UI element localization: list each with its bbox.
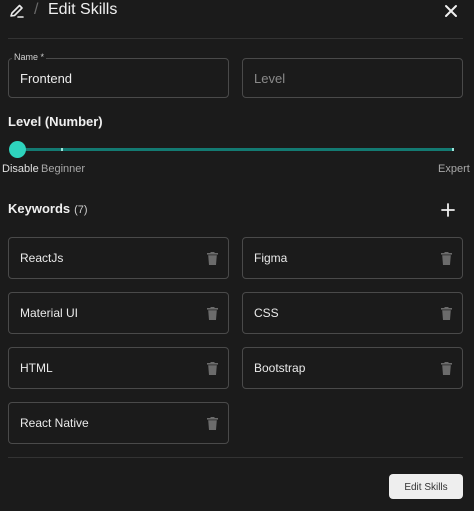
header-divider — [8, 38, 463, 39]
slider-tick-beginner — [61, 148, 63, 151]
keyword-label: CSS — [254, 306, 279, 320]
level-slider-track[interactable] — [18, 148, 454, 151]
level-input[interactable] — [243, 59, 462, 97]
keywords-count: (7) — [74, 204, 88, 216]
dialog-title: Edit Skills — [48, 1, 118, 18]
trash-icon[interactable] — [207, 307, 218, 320]
keyword-label: Bootstrap — [254, 361, 306, 375]
keyword-chip-bootstrap[interactable]: Bootstrap — [242, 347, 463, 389]
name-input[interactable] — [9, 59, 228, 97]
keyword-label: Material UI — [20, 306, 79, 320]
trash-icon[interactable] — [441, 307, 452, 320]
trash-icon[interactable] — [207, 362, 218, 375]
keyword-chip-css[interactable]: CSS — [242, 292, 463, 334]
keyword-chip-react-native[interactable]: React Native — [8, 402, 229, 444]
keyword-chip-figma[interactable]: Figma — [242, 237, 463, 279]
keyword-label: ReactJs — [20, 251, 64, 265]
level-number-title: Level (Number) — [8, 114, 103, 129]
name-field-label: Name * — [12, 52, 47, 62]
trash-icon[interactable] — [207, 252, 218, 265]
keyword-chip-material-ui[interactable]: Material UI — [8, 292, 229, 334]
slider-mark-expert: Expert — [438, 163, 470, 175]
name-field[interactable] — [8, 58, 229, 98]
slider-mark-beginner: Beginner — [41, 163, 86, 175]
plus-icon[interactable] — [440, 202, 456, 218]
keyword-chip-reactjs[interactable]: ReactJs — [8, 237, 229, 279]
edit-pen-icon — [10, 4, 24, 18]
edit-skills-submit-button[interactable]: Edit Skills — [389, 474, 463, 499]
slider-mark-disable: Disable — [2, 163, 39, 175]
trash-icon[interactable] — [207, 417, 218, 430]
level-slider-thumb[interactable] — [9, 141, 26, 158]
dialog-header: / Edit Skills — [0, 0, 474, 38]
trash-icon[interactable] — [441, 362, 452, 375]
slider-tick-expert — [452, 148, 454, 151]
keyword-chip-html[interactable]: HTML — [8, 347, 229, 389]
close-icon[interactable] — [442, 2, 460, 20]
trash-icon[interactable] — [441, 252, 452, 265]
keywords-title: Keywords — [8, 201, 71, 216]
keyword-label: React Native — [20, 416, 89, 430]
keyword-label: HTML — [20, 361, 53, 375]
level-field[interactable] — [242, 58, 463, 98]
keyword-label: Figma — [254, 251, 288, 265]
footer-divider — [8, 457, 463, 458]
breadcrumb-separator: / — [34, 1, 39, 18]
keywords-header: Keywords (7) — [8, 201, 88, 216]
